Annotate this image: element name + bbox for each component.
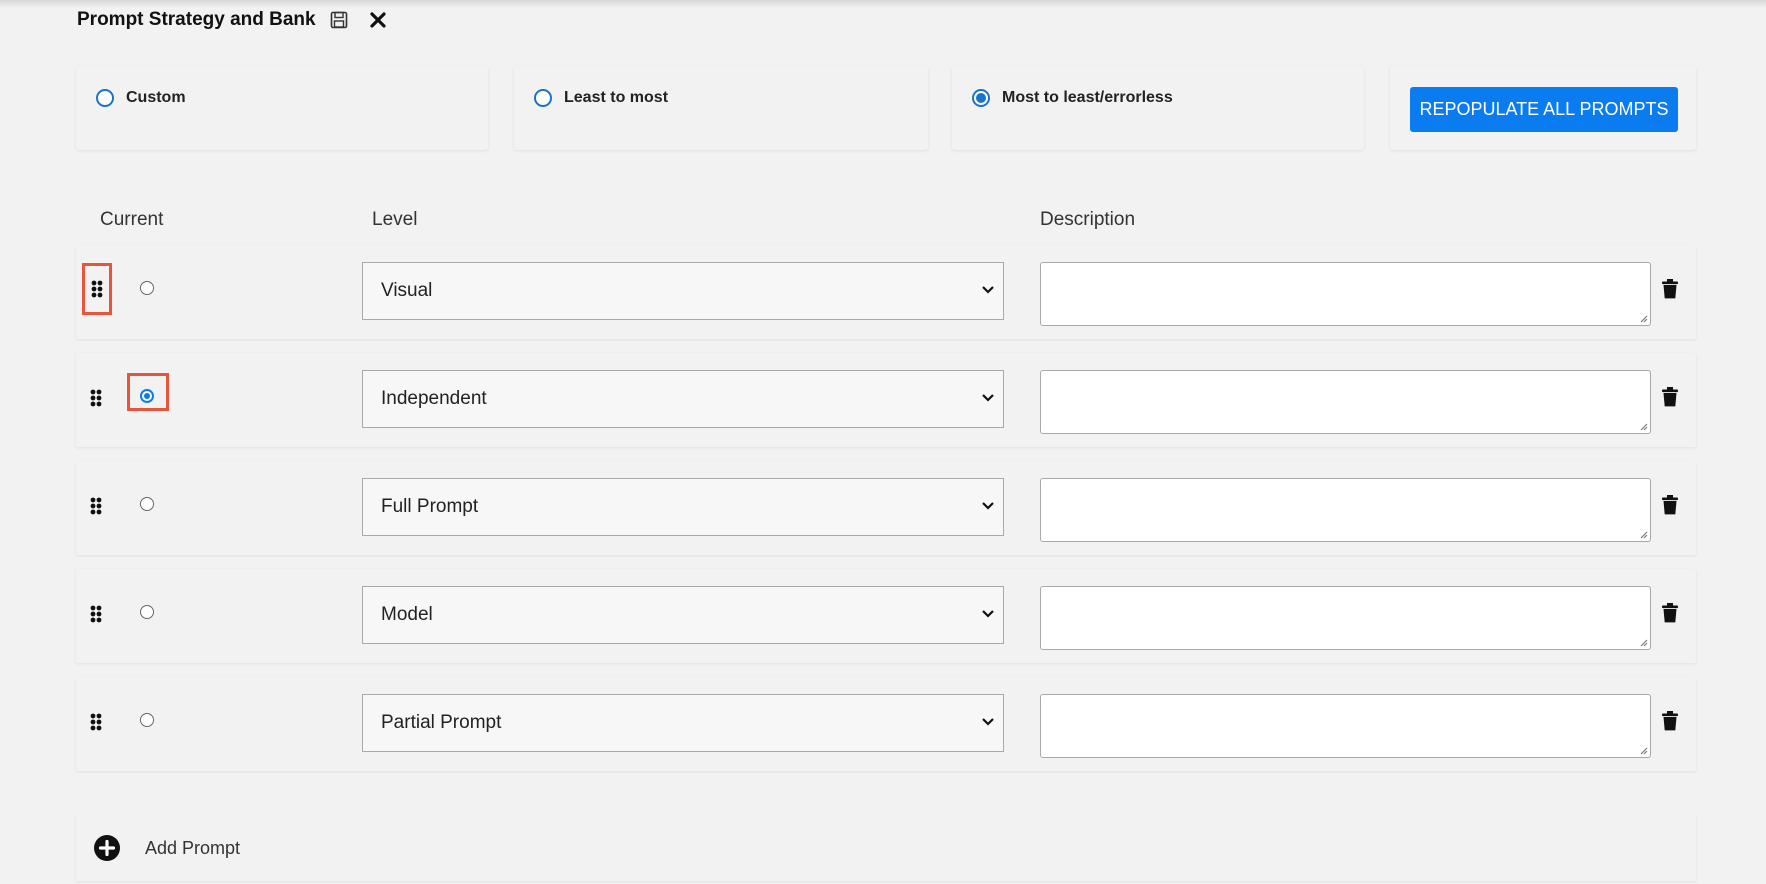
level-select[interactable]: Full Prompt [362, 478, 1004, 536]
description-textarea[interactable] [1040, 694, 1651, 758]
drag-handle-icon[interactable] [82, 263, 112, 315]
strategy-label-custom: Custom [126, 89, 186, 106]
panel-header: Prompt Strategy and Bank [77, 6, 386, 34]
prompt-row: Partial Prompt [76, 677, 1696, 771]
strategy-option-most-to-least[interactable]: Most to least/errorless [972, 89, 1173, 107]
trash-icon[interactable] [1662, 279, 1678, 304]
close-icon[interactable] [370, 12, 386, 28]
resize-grip-icon[interactable] [1638, 529, 1648, 539]
strategy-radio-custom[interactable] [96, 89, 114, 107]
description-textarea[interactable] [1040, 586, 1651, 650]
resize-grip-icon[interactable] [1638, 745, 1648, 755]
add-prompt-label[interactable]: Add Prompt [145, 838, 240, 859]
resize-grip-icon[interactable] [1638, 313, 1648, 323]
level-select[interactable]: Independent [362, 370, 1004, 428]
current-radio[interactable] [140, 497, 154, 511]
prompt-row: Visual [76, 245, 1696, 339]
strategy-label-most-to-least: Most to least/errorless [1002, 89, 1173, 106]
add-prompt-row: Add Prompt [76, 815, 1696, 881]
strategy-option-custom[interactable]: Custom [96, 89, 186, 107]
current-radio[interactable] [140, 713, 154, 727]
chevron-down-icon [982, 718, 994, 726]
add-circle-icon[interactable] [94, 835, 120, 861]
strategy-radio-most-to-least[interactable] [972, 89, 990, 107]
level-select-value: Partial Prompt [381, 712, 502, 733]
resize-grip-icon[interactable] [1638, 421, 1648, 431]
panel-title: Prompt Strategy and Bank [77, 9, 316, 30]
level-select[interactable]: Partial Prompt [362, 694, 1004, 752]
prompt-row: Model [76, 569, 1696, 663]
chevron-down-icon [982, 502, 994, 510]
level-select-value: Independent [381, 388, 487, 409]
level-select[interactable]: Visual [362, 262, 1004, 320]
description-textarea[interactable] [1040, 370, 1651, 434]
strategy-card-least-to-most: Least to most [514, 66, 928, 150]
description-textarea[interactable] [1040, 478, 1651, 542]
strategy-radio-least-to-most[interactable] [534, 89, 552, 107]
drag-handle-icon[interactable] [86, 495, 106, 517]
level-select-value: Visual [381, 280, 433, 301]
description-textarea[interactable] [1040, 262, 1651, 326]
strategy-label-least-to-most: Least to most [564, 89, 669, 106]
level-select-value: Model [381, 604, 433, 625]
prompt-row: Independent [76, 353, 1696, 447]
trash-icon[interactable] [1662, 603, 1678, 628]
chevron-down-icon [982, 610, 994, 618]
strategy-card-most-to-least: Most to least/errorless [952, 66, 1364, 150]
level-select-value: Full Prompt [381, 496, 479, 517]
strategy-card-custom: Custom [76, 66, 488, 150]
strategy-option-least-to-most[interactable]: Least to most [534, 89, 668, 107]
resize-grip-icon[interactable] [1638, 637, 1648, 647]
level-select[interactable]: Model [362, 586, 1004, 644]
current-radio[interactable] [140, 281, 154, 295]
column-header-current: Current [100, 209, 164, 230]
repopulate-all-prompts-button[interactable]: REPOPULATE ALL PROMPTS [1410, 87, 1678, 132]
chevron-down-icon [982, 286, 994, 294]
trash-icon[interactable] [1662, 387, 1678, 412]
prompt-row: Full Prompt [76, 461, 1696, 555]
trash-icon[interactable] [1662, 711, 1678, 736]
drag-handle-icon[interactable] [86, 711, 106, 733]
current-radio[interactable] [140, 605, 154, 619]
trash-icon[interactable] [1662, 495, 1678, 520]
column-header-level: Level [372, 209, 418, 230]
chevron-down-icon [982, 394, 994, 402]
current-radio[interactable] [140, 389, 154, 403]
column-header-description: Description [1040, 209, 1136, 230]
save-icon[interactable] [330, 11, 348, 29]
drag-handle-icon[interactable] [86, 387, 106, 409]
drag-handle-icon[interactable] [86, 603, 106, 625]
